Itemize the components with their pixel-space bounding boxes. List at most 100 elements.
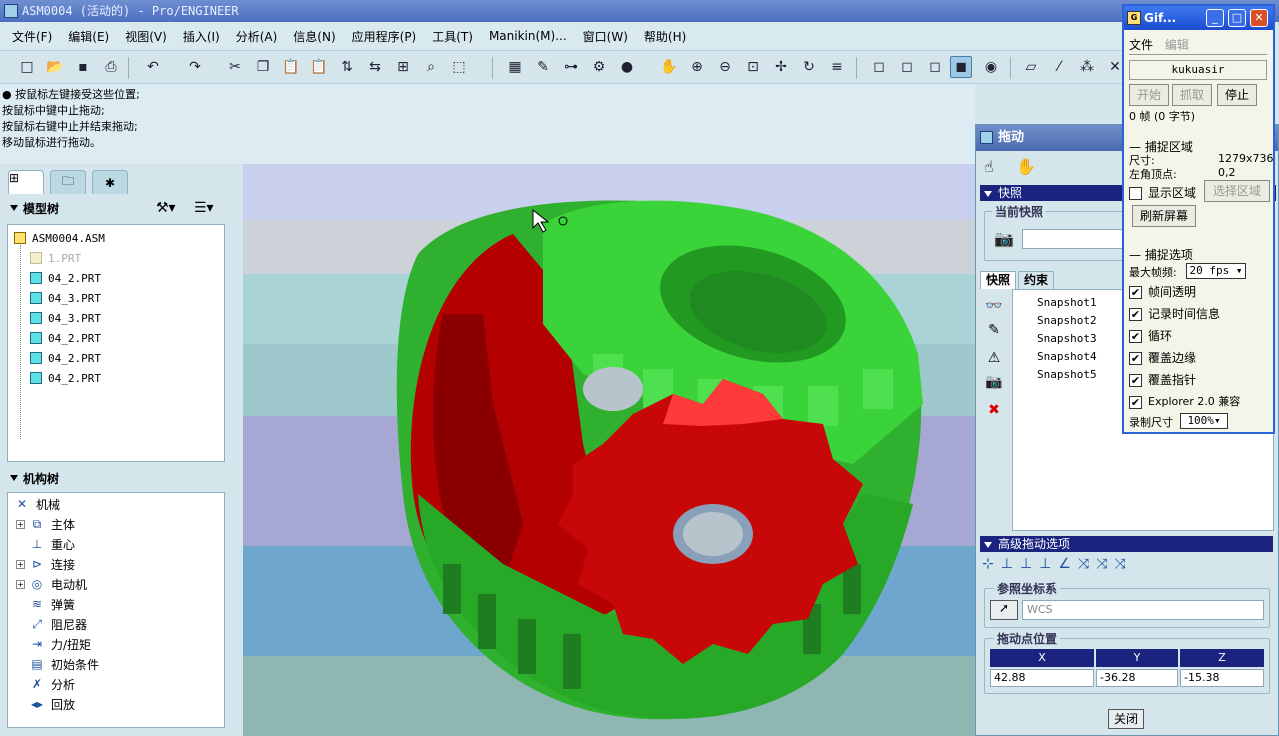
repaint-icon[interactable]: ⊞ [392, 56, 414, 78]
regenerate-icon[interactable]: ⇅ [336, 56, 358, 78]
menu-edit[interactable]: 编辑(E) [60, 28, 117, 45]
gear-assembly-model[interactable] [243, 164, 975, 736]
tree-item[interactable]: 04_2.PRT [30, 368, 101, 388]
plane-icon[interactable]: ∠ [1058, 556, 1071, 578]
layers-icon[interactable]: ≡ [826, 56, 848, 78]
appearance-icon[interactable]: ◉ [980, 56, 1002, 78]
zoom-out-icon[interactable]: ⊖ [714, 56, 736, 78]
checkbox-checked-icon[interactable]: ✔ [1129, 286, 1142, 299]
mech-item-springs[interactable]: ≋ 弹簧 [29, 594, 75, 614]
open-folder-icon[interactable]: 📂 [44, 56, 66, 78]
model-tree-header[interactable]: 模型树 ⚒▾ ☰▾ [6, 196, 234, 220]
checkbox-checked-icon[interactable]: ✔ [1129, 352, 1142, 365]
shaded-icon[interactable]: ◼ [950, 56, 972, 78]
no-hidden-icon[interactable]: ◻ [924, 56, 946, 78]
mech-item-playback[interactable]: ◂▸ 回放 [29, 694, 75, 714]
option-row[interactable]: ✔ 覆盖边缘 [1129, 349, 1196, 366]
menu-analysis[interactable]: 分析(A) [228, 28, 286, 45]
mech-tree-header[interactable]: 机构树 [6, 466, 234, 490]
show-area-option[interactable]: 显示区域 [1129, 184, 1196, 201]
package-move-icon[interactable]: ⊹ [982, 556, 994, 578]
camera-icon[interactable]: 📷 [994, 229, 1014, 248]
option-row[interactable]: ✔ Explorer 2.0 兼容 [1129, 393, 1240, 409]
option-row[interactable]: ✔ 循环 [1129, 327, 1172, 344]
mech-item-dampers[interactable]: ⤢ 阻尼器 [29, 614, 87, 634]
menu-file[interactable]: 文件(F) [4, 28, 60, 45]
paste-icon[interactable]: 📋 [280, 56, 302, 78]
snapshot-camera-icon[interactable]: 📷 [984, 372, 1004, 392]
datum-axis-icon[interactable]: ⁄ [1048, 56, 1070, 78]
select-pointer-button[interactable]: ➚ [990, 600, 1018, 620]
tab-folder-browser[interactable]: 🗀 [50, 170, 86, 194]
option-row[interactable]: ✔ 覆盖指针 [1129, 371, 1196, 388]
select-area-button[interactable]: 选择区域 [1204, 180, 1270, 202]
tree-item[interactable]: 04_2.PRT [30, 348, 101, 368]
delete-icon[interactable]: ✖ [984, 400, 1004, 420]
mech-item-gravity[interactable]: ⊥ 重心 [29, 534, 75, 554]
expand-icon[interactable]: + [16, 579, 25, 589]
close-window-button[interactable]: ✕ [1250, 9, 1268, 27]
cut-icon[interactable]: ✂ [224, 56, 246, 78]
x-axis-icon[interactable]: ⊥ [1001, 556, 1013, 578]
menu-info[interactable]: 信息(N) [285, 28, 343, 45]
settings-tools-icon[interactable]: ⚒▾ [156, 200, 176, 216]
snapshot-item[interactable]: Snapshot2 [1037, 314, 1097, 327]
select-box-icon[interactable]: ⬚ [448, 56, 470, 78]
mechanism-icon[interactable]: ⚙ [588, 56, 610, 78]
edit-snapshot-icon[interactable]: ✎ [984, 320, 1004, 340]
checkbox-checked-icon[interactable]: ✔ [1129, 374, 1142, 387]
point-drag-icon[interactable]: ☝ [984, 157, 994, 176]
rotate-x-icon[interactable]: ⤨ [1078, 556, 1089, 578]
hidden-line-icon[interactable]: ◻ [896, 56, 918, 78]
undo-icon[interactable]: ↶ [142, 56, 164, 78]
mech-item-connections[interactable]: + ⊳ 连接 [16, 554, 75, 574]
mech-item-initial-conditions[interactable]: ▤ 初始条件 [29, 654, 99, 674]
stop-button[interactable]: 停止 [1217, 84, 1257, 106]
datum-point-icon[interactable]: ⁂ [1076, 56, 1098, 78]
option-row[interactable]: ✔ 帧间透明 [1129, 283, 1196, 300]
capture-button[interactable]: 抓取 [1172, 84, 1212, 106]
menu-tools[interactable]: 工具(T) [424, 28, 481, 45]
tree-item[interactable]: 04_3.PRT [30, 308, 101, 328]
maximize-button[interactable]: □ [1228, 9, 1246, 27]
refit-icon[interactable]: ⊡ [742, 56, 764, 78]
max-fps-select[interactable]: 20 fps ▾ [1186, 263, 1246, 279]
mech-item-bodies[interactable]: + ⧉ 主体 [16, 514, 75, 534]
gif-menu-edit[interactable]: 编辑 [1165, 38, 1189, 52]
menu-applications[interactable]: 应用程序(P) [344, 28, 425, 45]
snapshot-item[interactable]: Snapshot5 [1037, 368, 1097, 381]
checkbox-checked-icon[interactable]: ✔ [1129, 330, 1142, 343]
find-icon[interactable]: ⌕ [420, 56, 442, 78]
zoom-in-icon[interactable]: ⊕ [686, 56, 708, 78]
mech-item-analyses[interactable]: ✗ 分析 [29, 674, 75, 694]
tab-model-tree[interactable]: ⊞ [8, 170, 44, 194]
snapshot-item[interactable]: Snapshot1 [1037, 296, 1097, 309]
save-icon[interactable]: ▪ [72, 56, 94, 78]
ref-coord-input[interactable]: WCS [1022, 600, 1264, 620]
z-axis-icon[interactable]: ⊥ [1039, 556, 1051, 578]
expand-icon[interactable]: + [16, 519, 25, 529]
wireframe-icon[interactable]: ◻ [868, 56, 890, 78]
mech-item-motors[interactable]: + ◎ 电动机 [16, 574, 87, 594]
rotate-z-icon[interactable]: ⤨ [1114, 556, 1125, 578]
snapshot-item[interactable]: Snapshot4 [1037, 350, 1097, 363]
sketch-icon[interactable]: ✎ [532, 56, 554, 78]
graphics-viewport[interactable] [243, 164, 975, 736]
orient-icon[interactable]: ↻ [798, 56, 820, 78]
tree-item[interactable]: 04_3.PRT [30, 288, 101, 308]
expand-icon[interactable]: + [16, 559, 25, 569]
paste-special-icon[interactable]: 📋 [308, 56, 330, 78]
mech-item-forces[interactable]: ⇥ 力/扭矩 [29, 634, 91, 654]
minimize-button[interactable]: _ [1206, 9, 1224, 27]
body-drag-icon[interactable]: ✋ [1016, 157, 1036, 176]
tree-item[interactable]: 04_2.PRT [30, 328, 101, 348]
menu-manikin[interactable]: Manikin(M)... [481, 29, 575, 43]
y-axis-icon[interactable]: ⊥ [1020, 556, 1032, 578]
tab-constraints[interactable]: 约束 [1018, 271, 1055, 289]
window-icon[interactable]: ▦ [504, 56, 526, 78]
shading-sphere-icon[interactable]: ● [616, 56, 638, 78]
pan-hand-icon[interactable]: ✋ [658, 56, 680, 78]
show-options-icon[interactable]: ☰▾ [194, 200, 214, 216]
view-snapshot-icon[interactable]: 👓 [984, 296, 1004, 316]
datum-plane-icon[interactable]: ▱ [1020, 56, 1042, 78]
